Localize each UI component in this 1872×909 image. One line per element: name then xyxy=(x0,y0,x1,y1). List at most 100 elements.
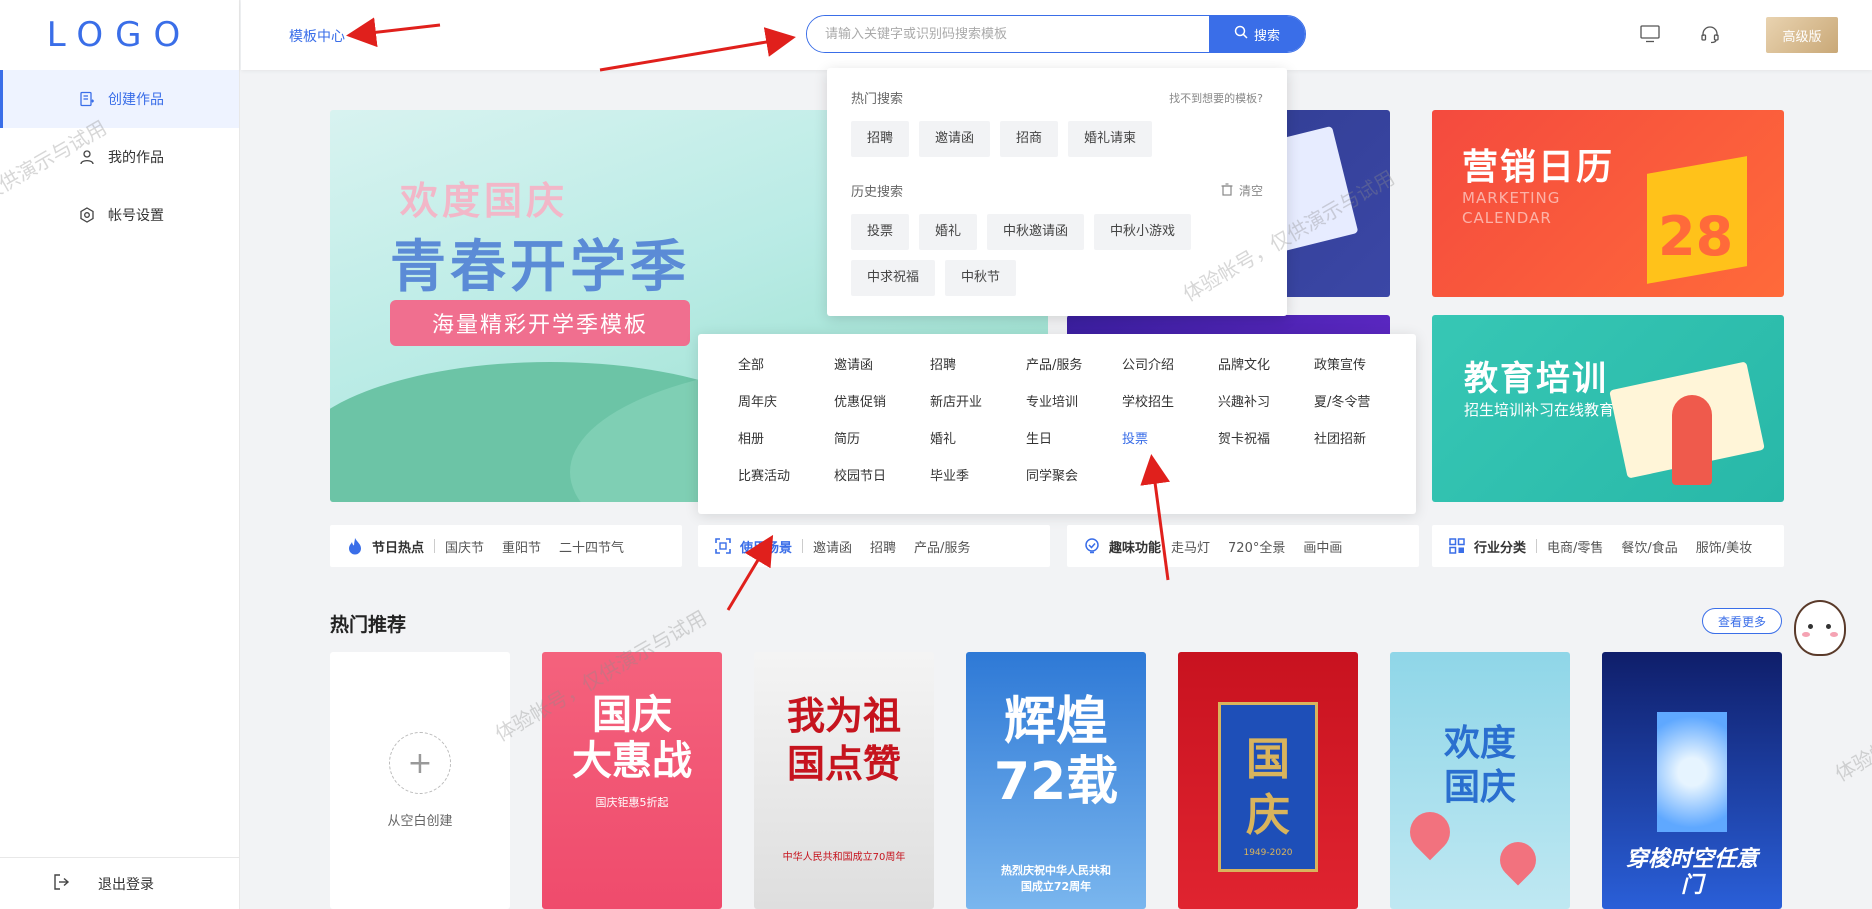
scene-item[interactable]: 学校招生 xyxy=(1122,391,1218,410)
banner-marketing-calendar[interactable]: 营销日历 MARKETING CALENDAR 28 xyxy=(1432,110,1784,297)
category-link[interactable]: 画中画 xyxy=(1303,537,1342,556)
history-tag[interactable]: 婚礼 xyxy=(919,214,978,250)
banner-title-line1: 欢度国庆 xyxy=(400,179,569,223)
template-card[interactable]: 国庆 大惠战 国庆钜惠5折起 xyxy=(542,652,722,909)
category-bar-features: 趣味功能 走马灯 720°全景 画中画 xyxy=(1067,525,1419,567)
template-card[interactable]: 国庆 1949-2020 xyxy=(1178,652,1358,909)
sidebar-item-my-works[interactable]: 我的作品 xyxy=(0,128,239,186)
scene-dropdown: 全部 邀请函 招聘 产品/服务 公司介绍 品牌文化 政策宣传周年庆 优惠促销 新店开业 专业培训学… xyxy=(698,334,1416,514)
search-tag[interactable]: 招商 xyxy=(1000,121,1059,157)
scene-item[interactable]: 比赛活动 xyxy=(738,465,834,484)
search-tag[interactable]: 邀请函 xyxy=(919,121,991,157)
logout-label: 退出登录 xyxy=(98,876,154,893)
category-title: 趣味功能 xyxy=(1109,540,1162,556)
create-blank-card[interactable]: + 从空白创建 xyxy=(330,652,510,909)
template-card[interactable]: 欢度国庆 xyxy=(1390,652,1570,909)
scene-item[interactable]: 相册 xyxy=(738,428,834,447)
banner-teal-title: 教育培训 xyxy=(1464,359,1608,399)
history-tag[interactable]: 中秋小游戏 xyxy=(1094,214,1192,250)
category-link[interactable]: 服饰/美妆 xyxy=(1696,537,1752,556)
scene-item[interactable]: 优惠促销 xyxy=(834,391,930,410)
scene-item[interactable]: 政策宣传 xyxy=(1314,354,1410,373)
category-link[interactable]: 产品/服务 xyxy=(914,537,970,556)
scene-item[interactable]: 生日 xyxy=(1026,428,1122,447)
scene-item[interactable]: 婚礼 xyxy=(930,428,1026,447)
category-title[interactable]: 使用场景 xyxy=(740,537,792,556)
clear-history-button[interactable]: 清空 xyxy=(1221,182,1263,199)
settings-icon xyxy=(78,206,96,224)
scene-item[interactable]: 全部 xyxy=(738,354,834,373)
logout-button[interactable]: 退出登录 xyxy=(0,857,240,909)
scene-item[interactable]: 社团招新 xyxy=(1314,428,1410,447)
monitor-icon[interactable] xyxy=(1639,23,1661,45)
scene-item[interactable]: 产品/服务 xyxy=(1026,354,1122,373)
create-icon xyxy=(78,90,96,108)
category-title: 行业分类 xyxy=(1474,540,1527,556)
view-more-button[interactable]: 查看更多 xyxy=(1702,608,1782,634)
card-title: 国庆 xyxy=(1246,734,1290,841)
sidebar-item-create[interactable]: 创建作品 xyxy=(0,70,239,128)
premium-badge[interactable]: 高级版 xyxy=(1766,17,1838,53)
history-tag[interactable]: 投票 xyxy=(851,214,910,250)
category-link[interactable]: 重阳节 xyxy=(502,537,541,556)
category-link[interactable]: 国庆节 xyxy=(445,537,484,556)
history-header: 历史搜索 清空 xyxy=(851,181,1263,200)
sidebar: LOGO 创建作品 我的作品 帐号设置 退出登录 xyxy=(0,0,240,909)
plus-icon: + xyxy=(389,732,451,794)
scan-icon xyxy=(714,537,732,555)
scene-item[interactable]: 同学聚会 xyxy=(1026,465,1122,484)
card-subtitle: 国庆钜惠5折起 xyxy=(595,796,669,809)
sidebar-item-label: 我的作品 xyxy=(108,150,164,166)
search-input[interactable] xyxy=(807,16,1209,52)
scene-item[interactable]: 贺卡祝福 xyxy=(1218,428,1314,447)
scene-item[interactable]: 公司介绍 xyxy=(1122,354,1218,373)
scene-item[interactable]: 夏/冬令营 xyxy=(1314,391,1410,410)
banner-education[interactable]: 教育培训 招生培训补习在线教育 xyxy=(1432,315,1784,502)
sidebar-item-account-settings[interactable]: 帐号设置 xyxy=(0,186,239,244)
category-link[interactable]: 720°全景 xyxy=(1228,537,1285,556)
top-header: 模板中心 搜索 高级版 xyxy=(241,0,1872,70)
search-tag[interactable]: 招聘 xyxy=(851,121,910,157)
scene-item[interactable]: 品牌文化 xyxy=(1218,354,1314,373)
portal-light xyxy=(1657,712,1727,832)
history-tag[interactable]: 中秋邀请函 xyxy=(987,214,1085,250)
trash-icon xyxy=(1221,182,1233,199)
create-blank-label: 从空白创建 xyxy=(387,814,453,829)
category-link[interactable]: 邀请函 xyxy=(813,537,852,556)
search-button[interactable]: 搜索 xyxy=(1209,16,1305,52)
card-subtitle: 热烈庆祝中华人民共和国成立72周年 xyxy=(1001,864,1111,893)
scene-item[interactable]: 邀请函 xyxy=(834,354,930,373)
template-card[interactable]: 辉煌72载 热烈庆祝中华人民共和国成立72周年 xyxy=(966,652,1146,909)
scene-item[interactable]: 招聘 xyxy=(930,354,1026,373)
scene-item[interactable]: 新店开业 xyxy=(930,391,1026,410)
scene-item[interactable]: 校园节日 xyxy=(834,465,930,484)
headset-icon[interactable] xyxy=(1699,23,1721,45)
scene-item[interactable]: 专业培训 xyxy=(1026,391,1122,410)
scene-item[interactable]: 兴趣补习 xyxy=(1218,391,1314,410)
category-link[interactable]: 走马灯 xyxy=(1171,537,1210,556)
search-icon xyxy=(1234,25,1248,43)
category-link[interactable]: 电商/零售 xyxy=(1547,537,1603,556)
template-card[interactable]: 穿梭时空任意门 xyxy=(1602,652,1782,909)
history-tag[interactable]: 中求祝福 xyxy=(851,260,936,296)
card-title: 穿梭时空任意门 xyxy=(1625,847,1758,898)
history-tag[interactable]: 中秋节 xyxy=(945,260,1017,296)
category-bar-industry: 行业分类 电商/零售 餐饮/食品 服饰/美妆 xyxy=(1432,525,1784,567)
category-link[interactable]: 招聘 xyxy=(870,537,896,556)
search-tag[interactable]: 婚礼请柬 xyxy=(1068,121,1153,157)
fun-icon xyxy=(1083,537,1101,555)
history-tags: 投票 婚礼 中秋邀请函 中秋小游戏 中求祝福 中秋节 xyxy=(851,214,1263,296)
category-title: 节日热点 xyxy=(372,540,425,556)
search-button-label: 搜索 xyxy=(1253,28,1280,44)
template-center-link[interactable]: 模板中心 xyxy=(289,26,345,46)
not-found-link[interactable]: 找不到想要的模板? xyxy=(1169,90,1263,106)
scene-item[interactable]: 毕业季 xyxy=(930,465,1026,484)
category-link[interactable]: 餐饮/食品 xyxy=(1621,537,1677,556)
heart-decoration xyxy=(1492,834,1544,886)
scene-item[interactable]: 简历 xyxy=(834,428,930,447)
hot-section-title: 热门推荐 xyxy=(330,614,407,636)
category-link[interactable]: 二十四节气 xyxy=(559,537,624,556)
template-card[interactable]: 我为祖国点赞 中华人民共和国成立70周年 xyxy=(754,652,934,909)
scene-item[interactable]: 周年庆 xyxy=(738,391,834,410)
scene-item[interactable]: 投票 xyxy=(1122,428,1218,447)
